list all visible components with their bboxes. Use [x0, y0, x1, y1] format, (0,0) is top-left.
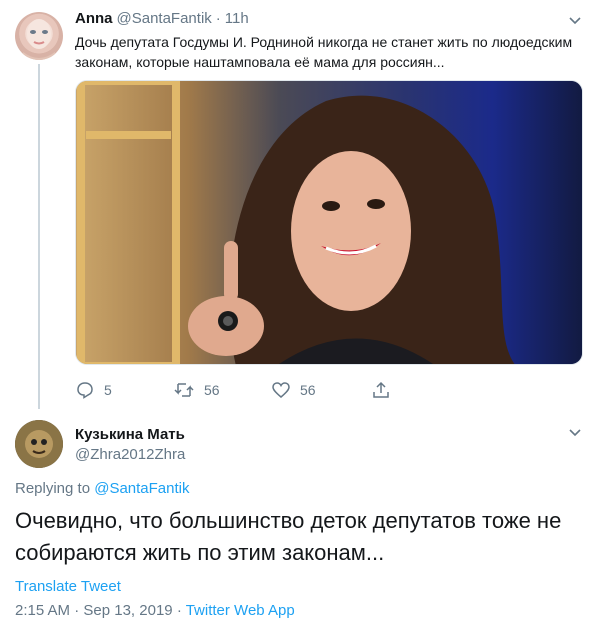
- tweet-text: Дочь депутата Госдумы И. Родниной никогд…: [75, 34, 573, 70]
- like-action[interactable]: 56: [272, 381, 316, 399]
- replying-handle-link[interactable]: @SantaFantik: [94, 480, 189, 497]
- chevron-down-icon: [569, 17, 581, 25]
- photo-image: [76, 81, 582, 364]
- retweet-count: 56: [204, 382, 220, 398]
- more-button[interactable]: [568, 14, 582, 33]
- reply-time[interactable]: 2:15 AM: [15, 602, 70, 619]
- reply-icon: [77, 382, 93, 399]
- separator: ·: [74, 602, 80, 619]
- share-action[interactable]: [372, 381, 390, 399]
- reply-author-handle[interactable]: @Zhra2012Zhra: [75, 446, 185, 463]
- reply-action[interactable]: 5: [76, 381, 112, 399]
- separator: ·: [176, 602, 182, 619]
- retweet-icon: [174, 383, 194, 397]
- tweet-time[interactable]: 11h: [225, 10, 249, 27]
- separator: ·: [215, 10, 221, 27]
- avatar[interactable]: [15, 420, 63, 468]
- replying-to: Replying to @SantaFantik: [15, 480, 190, 497]
- retweet-action[interactable]: 56: [174, 381, 220, 399]
- tweet-header: Anna @SantaFantik · 11h: [75, 10, 249, 27]
- heart-icon: [272, 382, 290, 398]
- reply-date[interactable]: Sep 13, 2019: [83, 602, 172, 619]
- chevron-down-icon: [569, 429, 581, 437]
- tweet-meta: 2:15 AM · Sep 13, 2019 · Twitter Web App: [15, 602, 295, 619]
- like-count: 56: [300, 382, 316, 398]
- avatar[interactable]: [15, 12, 63, 60]
- avatar-image: [15, 420, 63, 468]
- more-button[interactable]: [568, 426, 582, 445]
- translate-tweet-link[interactable]: Translate Tweet: [15, 578, 121, 595]
- source-link[interactable]: Twitter Web App: [186, 602, 295, 619]
- share-icon: [373, 381, 389, 398]
- author-name[interactable]: Anna: [75, 10, 113, 27]
- replying-prefix: Replying to: [15, 480, 95, 497]
- avatar-image: [23, 19, 55, 60]
- author-handle[interactable]: @SantaFantik: [117, 10, 212, 27]
- reply-count: 5: [104, 382, 112, 398]
- thread-line: [38, 64, 40, 409]
- reply-author-name[interactable]: Кузькина Мать: [75, 426, 185, 444]
- reply-text: Очевидно, что большинство деток депутато…: [15, 508, 562, 565]
- tweet-photo[interactable]: [75, 80, 583, 365]
